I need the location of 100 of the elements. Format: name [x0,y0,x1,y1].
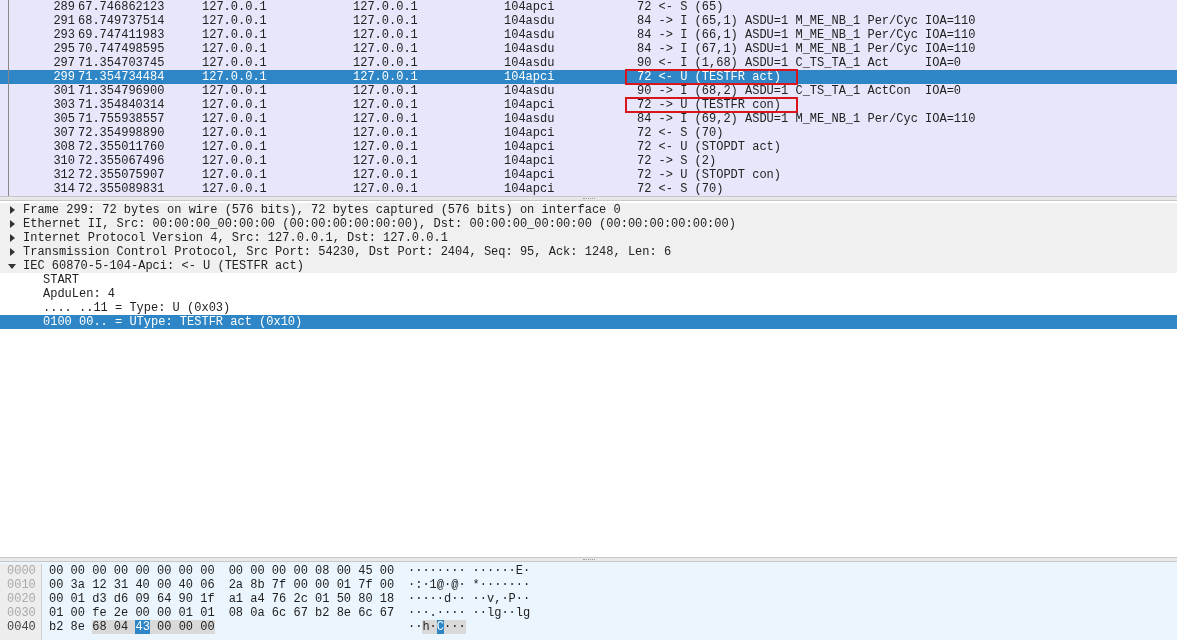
tree-item[interactable]: .... ..11 = Type: U (0x03) [0,301,1177,315]
ascii-bytes[interactable]: ·:·1@·@· [408,578,466,592]
packet-source: 127.0.0.1 [201,28,268,42]
hex-bytes[interactable]: 2a 8b 7f 00 00 01 7f 00 [228,578,395,592]
ascii-bytes[interactable]: ·· [408,620,423,634]
packet-row[interactable]: 307 72.354998890 127.0.0.1 127.0.0.1 104apci 72 <- S (70) [0,126,1177,140]
packet-source: 127.0.0.1 [201,56,268,70]
expand-arrow-icon[interactable] [7,220,16,228]
packet-info: 72 -> U (STOPDT con) [636,168,782,182]
packet-row[interactable]: 293 69.747411983 127.0.0.1 127.0.0.1 104asdu 84 -> I (66,1) ASDU=1 M_ME_NB_1 Per/Cyc IOA=110 [0,28,1177,42]
packet-row[interactable]: 305 71.755938557 127.0.0.1 127.0.0.1 104asdu 84 -> I (69,2) ASDU=1 M_ME_NB_1 Per/Cyc IOA=110 [0,112,1177,126]
packet-destination: 127.0.0.1 [352,42,419,56]
packet-row[interactable]: 303 71.354840314 127.0.0.1 127.0.0.1 104apci 72 -> U (TESTFR con) [0,98,1177,112]
packet-destination: 127.0.0.1 [352,112,419,126]
ascii-bytes[interactable]: C [436,620,444,634]
ascii-bytes[interactable]: ········ [408,564,466,578]
packet-row[interactable]: 301 71.354796900 127.0.0.1 127.0.0.1 104asdu 90 -> I (68,2) ASDU=1 C_TS_TA_1 ActCon IOA=0 [0,84,1177,98]
ascii-bytes[interactable]: ··lg··lg [472,606,531,620]
tree-item[interactable]: 0100 00.. = UType: TESTFR act (0x10) [0,315,1177,329]
packet-time: 72.354998890 [77,126,166,140]
packet-time: 71.354796900 [77,84,166,98]
tree-item-label: IEC 60870-5-104-Apci: <- U (TESTFR act) [23,259,304,273]
packet-row[interactable]: 289 67.746862123 127.0.0.1 127.0.0.1 104apci 72 <- S (65) [0,0,1177,14]
packet-destination: 127.0.0.1 [352,98,419,112]
packet-info: 84 -> I (69,2) ASDU=1 M_ME_NB_1 Per/Cyc IOA=110 [636,112,976,126]
packet-number: 293 [52,28,75,42]
byte-offset: 0010 [6,578,37,592]
packet-number: 301 [52,84,75,98]
packet-number: 297 [52,56,75,70]
packet-number: 314 [52,182,75,196]
tree-item[interactable]: START [0,273,1177,287]
hex-bytes[interactable]: 01 00 fe 2e 00 00 01 01 [49,606,215,620]
packet-row[interactable]: 297 71.354703745 127.0.0.1 127.0.0.1 104asdu 90 <- I (1,68) ASDU=1 C_TS_TA_1 Act IOA=0 [0,56,1177,70]
hex-bytes[interactable]: 08 0a 6c 67 b2 8e 6c 67 [228,606,395,620]
packet-time: 68.749737514 [77,14,166,28]
packet-source: 127.0.0.1 [201,168,268,182]
packet-source: 127.0.0.1 [201,98,268,112]
packet-protocol: 104apci [503,182,556,196]
hex-bytes[interactable]: 43 [135,620,150,634]
packet-protocol: 104apci [503,70,556,84]
packet-info: 72 -> S (2) [636,154,717,168]
packet-row[interactable]: 310 72.355067496 127.0.0.1 127.0.0.1 104apci 72 -> S (2) [0,154,1177,168]
packet-row[interactable]: 291 68.749737514 127.0.0.1 127.0.0.1 104asdu 84 -> I (65,1) ASDU=1 M_ME_NB_1 Per/Cyc IOA=110 [0,14,1177,28]
ascii-bytes[interactable]: ···.···· [408,606,466,620]
packet-info: 84 -> I (66,1) ASDU=1 M_ME_NB_1 Per/Cyc IOA=110 [636,28,976,42]
ascii-bytes[interactable]: ·····d·· [408,592,466,606]
byte-offset: 0020 [6,592,37,606]
packet-time: 71.755938557 [77,112,166,126]
packet-row[interactable]: 314 72.355089831 127.0.0.1 127.0.0.1 104apci 72 <- S (70) [0,182,1177,196]
tree-item[interactable]: ApduLen: 4 [0,287,1177,301]
packet-protocol: 104asdu [503,42,556,56]
packet-time: 72.355011760 [77,140,166,154]
byte-offset: 0000 [6,564,37,578]
packet-number: 295 [52,42,75,56]
packet-protocol: 104asdu [503,28,556,42]
hex-bytes[interactable]: 68 04 [92,620,136,634]
hex-bytes[interactable]: 00 01 d3 d6 09 64 90 1f [49,592,215,606]
expand-arrow-icon[interactable] [7,234,16,242]
packet-source: 127.0.0.1 [201,14,268,28]
packet-protocol: 104apci [503,98,556,112]
ascii-bytes[interactable]: ··v,·P·· [472,592,531,606]
collapse-arrow-icon[interactable] [7,262,16,270]
packet-number: 303 [52,98,75,112]
tree-item[interactable]: Ethernet II, Src: 00:00:00_00:00:00 (00:00:00:00:00:00), Dst: 00:00:00_00:00:00 (00:00:00:00:00:00) [0,217,1177,231]
packet-number: 299 [52,70,75,84]
tree-item[interactable]: IEC 60870-5-104-Apci: <- U (TESTFR act) [0,259,1177,273]
ascii-bytes[interactable]: *······· [472,578,531,592]
packet-info: 72 <- S (65) [636,0,724,14]
packet-time: 69.747411983 [77,28,166,42]
packet-destination: 127.0.0.1 [352,140,419,154]
ascii-bytes[interactable]: h· [422,620,437,634]
ascii-bytes[interactable]: ··· [444,620,466,634]
tree-item[interactable]: Transmission Control Protocol, Src Port: 54230, Dst Port: 2404, Seq: 95, Ack: 1248, Len: 6 [0,245,1177,259]
hex-bytes[interactable]: a1 a4 76 2c 01 50 80 18 [228,592,395,606]
packet-time: 70.747498595 [77,42,166,56]
packet-source: 127.0.0.1 [201,182,268,196]
packet-info: 72 <- U (STOPDT act) [636,140,782,154]
packet-source: 127.0.0.1 [201,140,268,154]
packet-row[interactable]: 308 72.355011760 127.0.0.1 127.0.0.1 104apci 72 <- U (STOPDT act) [0,140,1177,154]
packet-destination: 127.0.0.1 [352,168,419,182]
tree-item[interactable]: Frame 299: 72 bytes on wire (576 bits), 72 bytes captured (576 bits) on interface 0 [0,203,1177,217]
hex-bytes[interactable]: 00 00 00 00 08 00 45 00 [228,564,395,578]
expand-arrow-icon[interactable] [7,206,16,214]
ascii-bytes[interactable]: ······E· [472,564,531,578]
packet-info: 72 <- S (70) [636,182,724,196]
packet-destination: 127.0.0.1 [352,182,419,196]
hex-bytes[interactable]: 00 00 00 00 00 00 00 00 [49,564,215,578]
hex-bytes[interactable]: 00 00 00 [149,620,215,634]
tree-item[interactable]: Internet Protocol Version 4, Src: 127.0.0.1, Dst: 127.0.0.1 [0,231,1177,245]
packet-time: 72.355067496 [77,154,166,168]
packet-source: 127.0.0.1 [201,154,268,168]
packet-row[interactable]: 295 70.747498595 127.0.0.1 127.0.0.1 104asdu 84 -> I (67,1) ASDU=1 M_ME_NB_1 Per/Cyc IOA=110 [0,42,1177,56]
packet-source: 127.0.0.1 [201,112,268,126]
packet-info: 84 -> I (65,1) ASDU=1 M_ME_NB_1 Per/Cyc IOA=110 [636,14,976,28]
packet-row[interactable]: 312 72.355075907 127.0.0.1 127.0.0.1 104apci 72 -> U (STOPDT con) [0,168,1177,182]
expand-arrow-icon[interactable] [7,248,16,256]
hex-bytes[interactable]: 00 3a 12 31 40 00 40 06 [49,578,215,592]
hex-bytes[interactable]: b2 8e [49,620,93,634]
packet-source: 127.0.0.1 [201,84,268,98]
packet-row[interactable]: 299 71.354734484 127.0.0.1 127.0.0.1 104apci 72 <- U (TESTFR act) [0,70,1177,84]
